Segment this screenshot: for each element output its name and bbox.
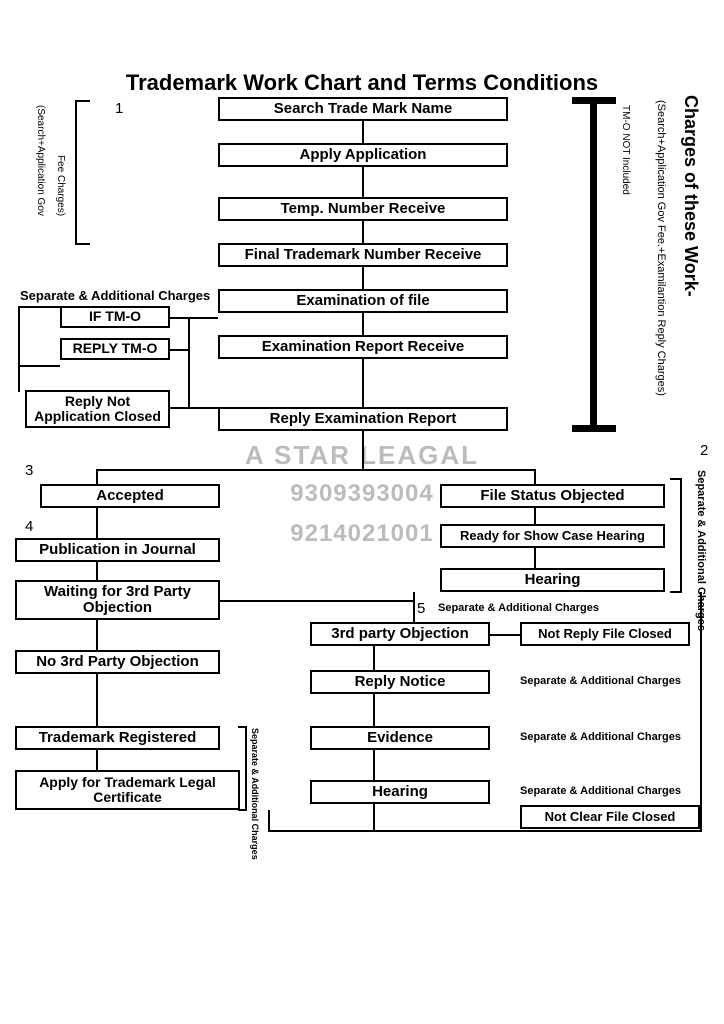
step-search-name: Search Trade Mark Name [218, 97, 508, 121]
no-3rd-party-box: No 3rd Party Objection [15, 650, 220, 674]
connector [373, 750, 375, 780]
not-reply-closed-box: Not Reply File Closed [520, 622, 690, 646]
right-bracket-bot [670, 591, 682, 593]
connector [362, 221, 364, 243]
waiting-3rd-party-box: Waiting for 3rd Party Objection [15, 580, 220, 620]
charges-sub: (Search+Application Gov Fee.+Examilantio… [655, 100, 667, 396]
connector [96, 508, 98, 538]
reply-tmo-box: REPLY TM-O [60, 338, 170, 360]
connector [170, 317, 218, 319]
left-label-fee-charges: Fee Charges) [55, 155, 66, 216]
ready-show-case-box: Ready for Show Case Hearing [440, 524, 665, 548]
ibeam-stem [590, 97, 597, 432]
step-reply-exam-report: Reply Examination Report [218, 407, 508, 431]
connector [362, 313, 364, 335]
marker-5: 5 [417, 600, 425, 617]
connector [362, 121, 364, 143]
connector-bottom [268, 830, 702, 832]
step-apply-application: Apply Application [218, 143, 508, 167]
connector [268, 810, 270, 830]
connector [373, 694, 375, 726]
connector [18, 306, 60, 308]
connector [490, 634, 520, 636]
publication-journal-box: Publication in Journal [15, 538, 220, 562]
connector [362, 267, 364, 289]
reply-not-closed-box: Reply Not Application Closed [25, 390, 170, 428]
left-bracket-top [75, 100, 90, 102]
sep-charges-label-top: Separate & Additional Charges [20, 288, 210, 303]
sep-label-5: Separate & Additional Charges [438, 602, 599, 614]
step-examination-file: Examination of file [218, 289, 508, 313]
trademark-registered-box: Trademark Registered [15, 726, 220, 750]
file-status-objected-box: File Status Objected [440, 484, 665, 508]
cert-bracket-v [245, 726, 247, 811]
evidence-box: Evidence [310, 726, 490, 750]
ibeam-bot [572, 425, 616, 432]
step-final-number: Final Trademark Number Receive [218, 243, 508, 267]
marker-2: 2 [700, 442, 708, 459]
connector-split [96, 469, 536, 471]
sep-label-reply: Separate & Additional Charges [520, 675, 681, 687]
accepted-box: Accepted [40, 484, 220, 508]
connector [362, 431, 364, 469]
connector [373, 646, 375, 670]
left-bracket-vert [75, 100, 77, 245]
reply-notice-box: Reply Notice [310, 670, 490, 694]
marker-4: 4 [25, 518, 33, 535]
right-bracket-top [670, 478, 682, 480]
connector [96, 750, 98, 770]
connector [96, 562, 98, 580]
tmo-not-included-label: TM-O NOT Included [620, 105, 631, 195]
connector [18, 306, 20, 392]
right-bracket-vert [680, 478, 682, 593]
connector [220, 600, 375, 602]
connector [534, 548, 536, 568]
hearing-box-2: Hearing [310, 780, 490, 804]
connector [188, 317, 190, 407]
connector [362, 359, 364, 407]
connector [373, 804, 375, 832]
step-temp-number: Temp. Number Receive [218, 197, 508, 221]
sep-label-hearing: Separate & Additional Charges [520, 785, 681, 797]
connector [700, 592, 702, 832]
marker-3: 3 [25, 462, 33, 479]
third-party-objection-box: 3rd party Objection [310, 622, 490, 646]
connector [413, 592, 415, 622]
connector [373, 600, 413, 602]
connector [96, 469, 98, 484]
hearing-box-1: Hearing [440, 568, 665, 592]
step-exam-report-receive: Examination Report Receive [218, 335, 508, 359]
connector [170, 349, 190, 351]
page-title: Trademark Work Chart and Terms Condition… [0, 70, 724, 96]
connector [96, 674, 98, 726]
apply-certificate-box: Apply for Trademark Legal Certificate [15, 770, 240, 810]
charges-heading: Charges of these Work- [680, 95, 701, 297]
connector [96, 620, 98, 650]
connector [18, 365, 60, 367]
left-label-search-app-gov: (Search+Application Gov [35, 105, 46, 216]
connector [170, 407, 218, 409]
connector [534, 508, 536, 524]
connector [362, 167, 364, 197]
sep-charges-vlabel-cert: Separate & Additional Charges [250, 728, 260, 860]
marker-1: 1 [115, 100, 123, 117]
connector [534, 469, 536, 484]
cert-bracket-t [238, 726, 246, 728]
sep-label-evidence: Separate & Additional Charges [520, 731, 681, 743]
not-clear-closed-box: Not Clear File Closed [520, 805, 700, 829]
cert-bracket-b [238, 809, 246, 811]
if-tmo-box: IF TM-O [60, 306, 170, 328]
left-bracket-bot [75, 243, 90, 245]
